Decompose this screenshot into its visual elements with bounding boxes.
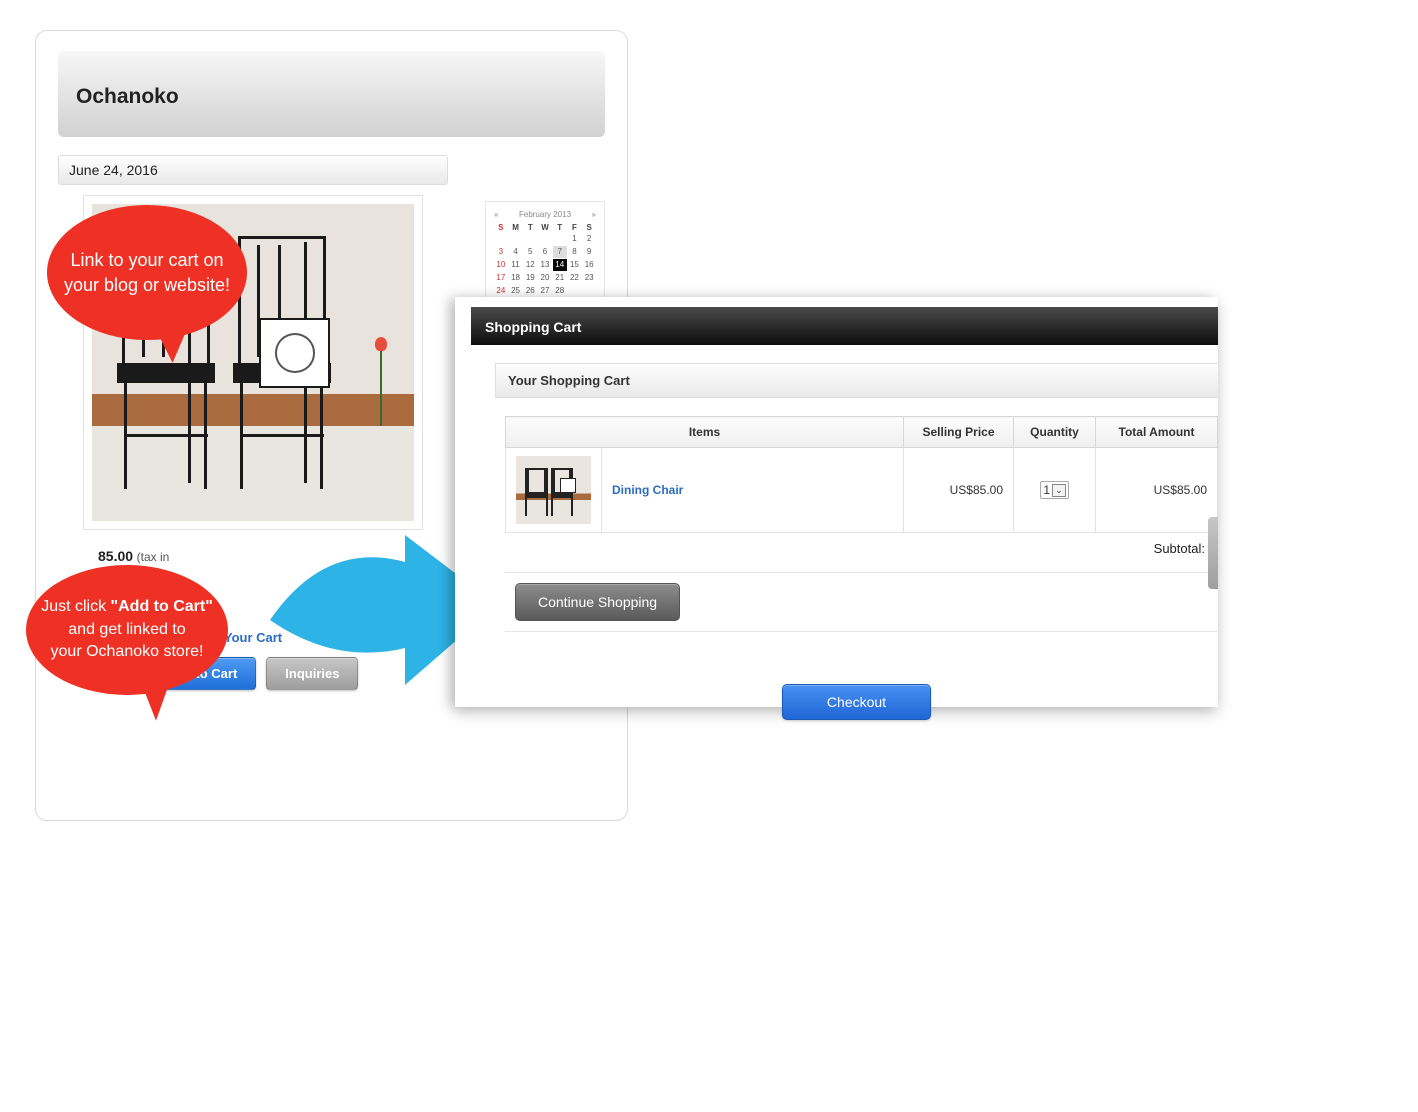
delete-button-edge[interactable]: [1208, 517, 1218, 589]
checkout-button[interactable]: Checkout: [782, 684, 931, 720]
col-quantity: Quantity: [1014, 417, 1096, 448]
cart-item-link[interactable]: Dining Chair: [612, 483, 683, 497]
cart-item-price: US$85.00: [904, 448, 1014, 533]
shopping-cart-panel: Shopping Cart Your Shopping Cart Items S…: [455, 297, 1218, 707]
product-price: 85.00: [98, 548, 133, 564]
col-total: Total Amount: [1096, 417, 1218, 448]
calendar-widget[interactable]: « February 2013 » SMTWTFS123456789101112…: [485, 201, 605, 310]
subtotal-row: Subtotal: U: [505, 533, 1218, 572]
continue-shopping-button[interactable]: Continue Shopping: [515, 583, 680, 621]
cart-item-thumbnail: [516, 456, 591, 524]
col-price: Selling Price: [904, 417, 1014, 448]
post-date: June 24, 2016: [58, 155, 448, 185]
calendar-prev[interactable]: «: [494, 210, 498, 219]
calendar-next[interactable]: »: [592, 210, 596, 219]
callout-text: Link to your cart on your blog or websit…: [61, 248, 233, 297]
cart-item-total: US$85.00: [1096, 448, 1218, 533]
blog-title: Ochanoko: [76, 85, 587, 109]
cart-table: Items Selling Price Quantity Total Amoun…: [505, 416, 1218, 533]
calendar-month: February 2013: [519, 210, 571, 219]
cart-quantity-select[interactable]: 1 ⌄: [1040, 481, 1068, 499]
col-items: Items: [506, 417, 904, 448]
callout-bubble-add-to-cart: Just click "Add to Cart" and get linked …: [26, 565, 228, 695]
calendar-grid: SMTWTFS123456789101112131415161718192021…: [494, 223, 596, 297]
tax-note: (tax in: [137, 550, 170, 564]
cart-header: Shopping Cart: [471, 307, 1218, 345]
blog-header: Ochanoko: [58, 51, 605, 137]
callout-text: Just click "Add to Cart" and get linked …: [41, 596, 213, 663]
chevron-down-icon: ⌄: [1052, 484, 1066, 497]
cart-subtitle: Your Shopping Cart: [495, 363, 1218, 398]
cart-row: Dining Chair US$85.00 1 ⌄ US$85.00: [506, 448, 1218, 533]
callout-bubble-cart-link: Link to your cart on your blog or websit…: [47, 205, 247, 340]
